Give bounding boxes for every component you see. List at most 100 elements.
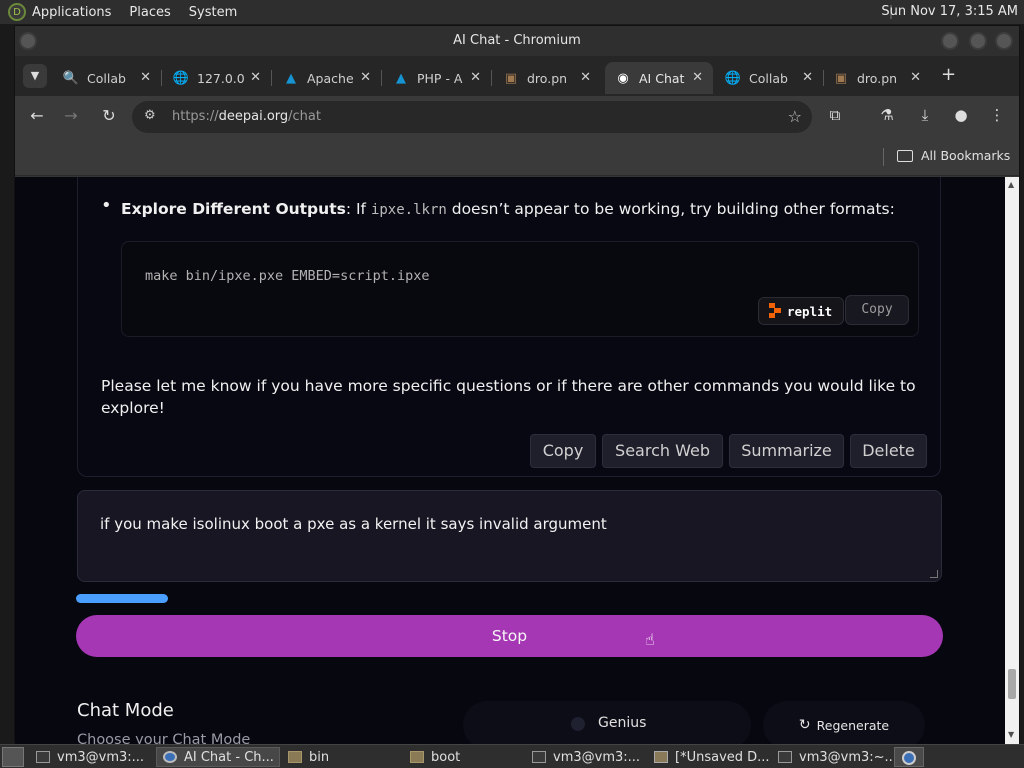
- reload-button[interactable]: ↻: [99, 106, 119, 125]
- labs-flask-icon[interactable]: ⚗: [877, 106, 897, 124]
- bookmark-star-icon[interactable]: ☆: [788, 107, 802, 126]
- tab-dro-1[interactable]: ▣ dro.pn ✕: [493, 62, 601, 94]
- taskbar-item-label: vm3@vm3:...: [57, 749, 145, 765]
- genius-mode-toggle[interactable]: Genius: [463, 701, 751, 744]
- distro-logo-icon[interactable]: D: [8, 3, 26, 21]
- tab-apache[interactable]: ▲ Apache ✕: [273, 62, 382, 94]
- close-tab-icon[interactable]: ✕: [140, 70, 151, 85]
- replit-logo-icon: [769, 303, 781, 319]
- tab-label: dro.pn: [857, 70, 898, 86]
- menu-places[interactable]: Places: [129, 5, 170, 20]
- image-icon: ▣: [834, 70, 848, 86]
- site-settings-icon[interactable]: ⚙: [144, 108, 156, 123]
- closing-paragraph: Please let me know if you have more spec…: [101, 377, 916, 417]
- delete-button[interactable]: Delete: [850, 434, 927, 468]
- tab-label: 127.0.0: [197, 70, 245, 86]
- url-host: deepai.org: [218, 109, 289, 124]
- taskbar-item-chromium[interactable]: AI Chat - Ch...: [156, 747, 280, 767]
- taskbar-item-boot[interactable]: boot: [404, 747, 524, 767]
- close-tab-icon[interactable]: ✕: [470, 70, 481, 85]
- taskbar-item-terminal-3[interactable]: vm3@vm3:~...: [772, 747, 892, 767]
- chromium-icon: [902, 751, 916, 765]
- url-scheme: https://: [172, 109, 219, 124]
- tab-dro-2[interactable]: ▣ dro.pn ✕: [823, 62, 931, 94]
- all-bookmarks-button[interactable]: All Bookmarks: [897, 148, 1010, 163]
- bullet-pre: : If: [345, 200, 371, 218]
- browser-window: AI Chat - Chromium ▼ 🔍 Collab ✕ 🌐 127.0.…: [14, 25, 1020, 744]
- tab-label: Apache: [307, 70, 354, 86]
- more-menu-icon[interactable]: ⋮: [987, 106, 1007, 124]
- window-titlebar[interactable]: AI Chat - Chromium: [15, 26, 1019, 56]
- menu-applications[interactable]: Applications: [32, 5, 111, 20]
- regenerate-label: Regenerate: [816, 717, 890, 733]
- regenerate-button[interactable]: ↻ Regenerate: [763, 701, 925, 744]
- code-block: make bin/ipxe.pxe EMBED=script.ipxe repl…: [121, 241, 919, 337]
- close-tab-icon[interactable]: ✕: [802, 70, 813, 85]
- new-tab-button[interactable]: +: [941, 64, 956, 85]
- code-copy-button[interactable]: Copy: [845, 295, 909, 325]
- reload-icon: ↻: [102, 106, 116, 125]
- browser-toolbar: ← → ↻ ⚙ https://deepai.org/chat ☆ ⧉ ⚗ ⤓ …: [15, 96, 1019, 138]
- search-web-button[interactable]: Search Web: [602, 434, 723, 468]
- arrow-left-icon: ←: [30, 106, 44, 125]
- replit-button[interactable]: replit: [758, 297, 844, 325]
- taskbar-item-terminal-1[interactable]: vm3@vm3:...: [30, 747, 154, 767]
- code-text: make bin/ipxe.pxe EMBED=script.ipxe: [145, 268, 430, 284]
- window-menu-button[interactable]: [19, 32, 37, 50]
- folder-icon: [897, 149, 913, 162]
- maximize-button[interactable]: [969, 32, 987, 50]
- tab-localhost[interactable]: 🌐 127.0.0 ✕: [163, 62, 272, 94]
- tab-ai-chat[interactable]: ◉ AI Chat ✕: [605, 62, 713, 94]
- tab-php[interactable]: ▲ PHP - A ✕: [383, 62, 492, 94]
- globe-icon: 🌐: [172, 70, 190, 86]
- page-scrollbar[interactable]: ▲ ▼: [1005, 177, 1019, 744]
- minimize-button[interactable]: [941, 32, 959, 50]
- copy-button[interactable]: Copy: [530, 434, 596, 468]
- top-panel: D Applications Places System Sun Nov 17,…: [0, 0, 1024, 24]
- extensions-icon[interactable]: ⧉: [825, 106, 845, 124]
- arrow-right-icon: →: [64, 106, 78, 125]
- taskbar-item-bin[interactable]: bin: [282, 747, 402, 767]
- forward-button[interactable]: →: [61, 106, 81, 125]
- panel-clock[interactable]: Sun Nov 17, 3:15 AM: [881, 4, 1018, 19]
- taskbar-item-label: boot: [431, 749, 461, 765]
- text-editor-icon: [654, 751, 668, 763]
- show-desktop-button[interactable]: [2, 747, 24, 767]
- close-tab-icon[interactable]: ✕: [692, 70, 703, 85]
- tab-label: dro.pn: [527, 70, 568, 86]
- chat-input[interactable]: if you make isolinux boot a pxe as a ker…: [77, 490, 942, 582]
- hand-cursor-icon: ☝: [645, 630, 655, 649]
- menu-system[interactable]: System: [189, 5, 237, 20]
- stop-button[interactable]: Stop: [76, 615, 943, 657]
- tray-chromium-button[interactable]: [894, 747, 924, 767]
- address-bar[interactable]: ⚙ https://deepai.org/chat ☆: [132, 101, 812, 133]
- profile-icon[interactable]: ●: [951, 106, 971, 124]
- terminal-icon: [36, 751, 50, 763]
- download-icon[interactable]: ⤓: [915, 106, 935, 124]
- summarize-button[interactable]: Summarize: [729, 434, 844, 468]
- taskbar: vm3@vm3:... AI Chat - Ch... bin boot vm3…: [0, 744, 1024, 768]
- tab-collab-1[interactable]: 🔍 Collab ✕: [53, 62, 162, 94]
- tab-label: PHP - A: [417, 70, 463, 86]
- tab-search-button[interactable]: ▼: [23, 64, 47, 88]
- close-tab-icon[interactable]: ✕: [910, 70, 921, 85]
- close-window-button[interactable]: [995, 32, 1013, 50]
- close-tab-icon[interactable]: ✕: [250, 70, 261, 85]
- url-text[interactable]: https://deepai.org/chat: [172, 109, 321, 124]
- back-button[interactable]: ←: [27, 106, 47, 125]
- close-tab-icon[interactable]: ✕: [360, 70, 371, 85]
- inline-code: ipxe.lkrn: [370, 202, 447, 218]
- search-icon: 🔍: [62, 70, 80, 86]
- resize-grip-icon[interactable]: [930, 570, 938, 578]
- taskbar-item-text-editor[interactable]: [*Unsaved D...: [648, 747, 770, 767]
- scroll-up-icon[interactable]: ▲: [1008, 180, 1014, 189]
- taskbar-item-terminal-2[interactable]: vm3@vm3:...: [526, 747, 646, 767]
- tab-strip: ▼ 🔍 Collab ✕ 🌐 127.0.0 ✕ ▲ Apache ✕ ▲ PH…: [15, 56, 1019, 96]
- scroll-down-icon[interactable]: ▼: [1008, 730, 1014, 739]
- chat-mode-subtitle: Choose your Chat Mode: [77, 732, 251, 744]
- close-tab-icon[interactable]: ✕: [580, 70, 591, 85]
- all-bookmarks-label: All Bookmarks: [921, 148, 1011, 163]
- scrollbar-thumb[interactable]: [1008, 669, 1016, 699]
- tab-collab-2[interactable]: 🌐 Collab ✕: [715, 62, 824, 94]
- arch-logo-icon: ▲: [396, 70, 406, 86]
